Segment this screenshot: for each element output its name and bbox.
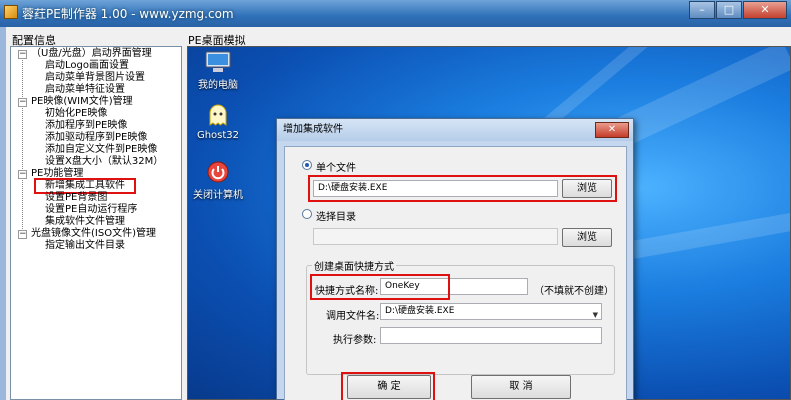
window-title: 蓉荭PE制作器 1.00 - www.yzmg.com (22, 7, 234, 21)
highlight-box (341, 372, 435, 400)
desktop-icon-label: Ghost32 (196, 130, 240, 141)
desktop-icon-ghost[interactable]: Ghost32 (188, 103, 248, 141)
select-dir-label: 选择目录 (316, 212, 356, 223)
select-dir-radio[interactable] (302, 209, 312, 219)
params-label: 执行参数: (333, 335, 377, 346)
desktop-icon-label: 我的电脑 (198, 80, 238, 91)
shortcut-name-hint: （不填就不创建） (534, 286, 614, 297)
tree-item-output-dir[interactable]: 指定输出文件目录 (45, 240, 125, 252)
minimize-button[interactable]: – (689, 1, 715, 19)
tree-item-add-driver[interactable]: 添加驱动程序到PE映像 (45, 132, 147, 144)
tree-item-add-program[interactable]: 添加程序到PE映像 (45, 120, 127, 132)
add-software-dialog: 增加集成软件 ✕ 单个文件 D:\硬盘安装.EXE 浏览 选择目录 浏览 创建桌… (276, 118, 634, 400)
tree-item-autorun[interactable]: 设置PE自动运行程序 (45, 204, 137, 216)
chevron-down-icon[interactable]: ▼ (593, 308, 598, 323)
tree-item-add-custom[interactable]: 添加自定义文件到PE映像 (45, 144, 157, 156)
desktop-icon-label: 关闭计算机 (193, 190, 243, 201)
shortcut-group-label: 创建桌面快捷方式 (312, 258, 396, 273)
tree-group-boot-ui[interactable]: （U盘/光盘）启动界面管理 (31, 48, 152, 60)
close-button[interactable]: ✕ (743, 1, 787, 19)
window-controls: – □ ✕ (688, 1, 787, 19)
tree-group-pe-image[interactable]: PE映像(WIM文件)管理 (31, 96, 133, 108)
power-icon (207, 161, 229, 183)
dialog-close-button[interactable]: ✕ (595, 122, 629, 138)
window-titlebar: 蓉荭PE制作器 1.00 - www.yzmg.com – □ ✕ (0, 0, 791, 27)
single-file-radio[interactable] (302, 160, 312, 170)
cancel-button[interactable]: 取 消 (471, 375, 571, 399)
maximize-button[interactable]: □ (716, 1, 742, 19)
tree-item-menu-style[interactable]: 启动菜单特征设置 (45, 84, 125, 96)
tree-item-init-pe[interactable]: 初始化PE映像 (45, 108, 107, 120)
highlight-box (308, 175, 617, 202)
single-file-label: 单个文件 (316, 163, 356, 174)
params-input[interactable] (380, 327, 602, 344)
tree-item-pe-bg[interactable]: 设置PE背景图 (45, 192, 107, 204)
tree-toggle[interactable]: − (18, 98, 27, 107)
desktop-icon-my-computer[interactable]: 我的电脑 (188, 51, 248, 91)
dialog-title: 增加集成软件 (277, 119, 633, 141)
call-file-label: 调用文件名: (326, 311, 380, 322)
highlight-box (310, 274, 450, 300)
select-dir-input[interactable] (313, 228, 558, 245)
call-file-value: D:\硬盘安装.EXE (385, 306, 455, 316)
tree-item-logo[interactable]: 启动Logo画面设置 (45, 60, 129, 72)
select-dir-browse-button[interactable]: 浏览 (562, 228, 612, 247)
desktop-icon-shutdown[interactable]: 关闭计算机 (188, 161, 248, 201)
tree-item-files[interactable]: 集成软件文件管理 (45, 216, 125, 228)
call-file-select[interactable]: D:\硬盘安装.EXE ▼ (380, 303, 602, 320)
computer-icon (205, 51, 231, 72)
tree-group-iso[interactable]: 光盘镜像文件(ISO文件)管理 (31, 228, 156, 240)
tree-toggle[interactable]: − (18, 50, 27, 59)
app-icon (4, 5, 18, 19)
ghost-icon (209, 104, 227, 126)
tree-toggle[interactable]: − (18, 170, 27, 179)
tree-toggle[interactable]: − (18, 230, 27, 239)
dialog-content: 单个文件 D:\硬盘安装.EXE 浏览 选择目录 浏览 创建桌面快捷方式 快捷方… (284, 146, 627, 400)
tree-line (22, 57, 23, 237)
tree-item-x-drive[interactable]: 设置X盘大小（默认32M） (45, 156, 163, 168)
tree-item-menu-bg[interactable]: 启动菜单背景图片设置 (45, 72, 145, 84)
config-tree[interactable]: − （U盘/光盘）启动界面管理 启动Logo画面设置 启动菜单背景图片设置 启动… (10, 46, 182, 400)
